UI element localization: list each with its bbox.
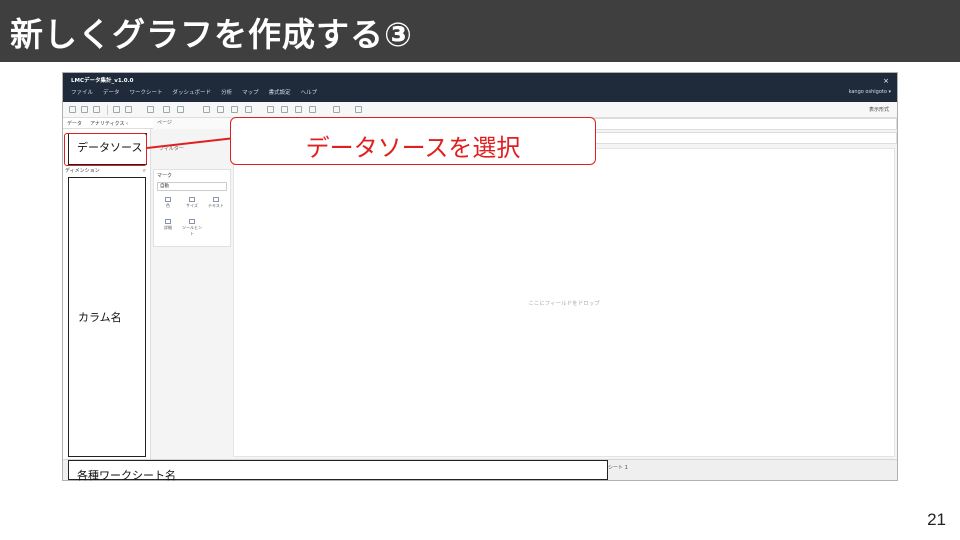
callout-text: データソースを選択 <box>305 134 521 162</box>
slide-title: 新しくグラフを作成する③ <box>10 15 413 54</box>
clear-icon[interactable] <box>177 106 184 113</box>
show-me-button[interactable]: 表示形式 <box>869 106 889 113</box>
detail-button[interactable]: 詳細 <box>158 217 178 235</box>
pages-shelf[interactable]: ページ <box>153 118 233 129</box>
view-canvas[interactable]: ここにフィールドをドロップ <box>233 148 895 457</box>
worksheet-names-annotation: 各種ワークシート名 <box>68 460 608 482</box>
highlight-icon[interactable] <box>267 106 274 113</box>
pause-icon[interactable] <box>125 106 132 113</box>
sort-desc-icon[interactable] <box>231 106 238 113</box>
toolbar-divider <box>107 105 108 115</box>
close-icon[interactable]: × <box>883 77 889 85</box>
menu-data[interactable]: データ <box>103 88 120 96</box>
sort-asc-icon[interactable] <box>217 106 224 113</box>
menu-analysis[interactable]: 分析 <box>221 88 232 96</box>
tab-data[interactable]: データ <box>67 120 82 127</box>
data-source-highlight <box>64 133 147 166</box>
tab-analytics[interactable]: アナリティクス ‹ <box>90 120 128 127</box>
detail-label: 詳細 <box>164 225 172 230</box>
marks-title: マーク <box>157 173 173 179</box>
size-icon <box>189 197 195 202</box>
menu-file[interactable]: ファイル <box>71 88 93 96</box>
new-datasource-icon[interactable] <box>113 106 120 113</box>
label-icon[interactable] <box>295 106 302 113</box>
tooltip-mark-icon <box>189 219 195 224</box>
search-icon[interactable]: ⌕ <box>143 167 146 175</box>
dimensions-header: ディメンション <box>65 168 100 174</box>
menu-help[interactable]: ヘルプ <box>301 88 318 96</box>
new-sheet-icon[interactable] <box>147 106 154 113</box>
totals-icon[interactable] <box>245 106 252 113</box>
menu-map[interactable]: マップ <box>242 88 259 96</box>
forward-icon[interactable] <box>81 106 88 113</box>
duplicate-icon[interactable] <box>163 106 170 113</box>
column-names-label: カラム名 <box>78 311 122 324</box>
size-label: サイズ <box>186 203 198 208</box>
drop-hint: ここにフィールドをドロップ <box>528 301 600 307</box>
color-icon <box>165 197 171 202</box>
menu-bar: ファイル データ ワークシート ダッシュボード 分析 マップ 書式設定 ヘルプ <box>71 88 317 96</box>
column-list-annotation: カラム名 <box>68 177 146 457</box>
window-title: LMCデータ集計_v1.0.0 <box>71 78 134 84</box>
title-bar: LMCデータ集計_v1.0.0 × ファイル データ ワークシート ダッシュボー… <box>63 73 897 102</box>
worksheet-names-label: 各種ワークシート名 <box>77 469 176 482</box>
tooltip-label: ツールヒント <box>182 225 202 236</box>
group-icon[interactable] <box>281 106 288 113</box>
marks-card: マーク 自動 色 サイズ テキスト 詳細 ツールヒント <box>153 169 231 247</box>
tooltip-icon[interactable] <box>355 106 362 113</box>
back-icon[interactable] <box>69 106 76 113</box>
toolbar: 表示形式 <box>63 102 897 118</box>
text-button[interactable]: テキスト <box>206 195 226 213</box>
user-menu[interactable]: kango oshigoto ▾ <box>849 89 891 95</box>
menu-worksheet[interactable]: ワークシート <box>130 88 163 96</box>
side-pane-tabs: データ アナリティクス ‹ <box>63 118 153 129</box>
mark-type-select[interactable]: 自動 <box>157 182 227 191</box>
slide-header: 新しくグラフを作成する③ <box>0 0 960 62</box>
text-icon <box>213 197 219 202</box>
callout-box: データソースを選択 <box>230 117 596 165</box>
swap-icon[interactable] <box>203 106 210 113</box>
fit-icon[interactable] <box>333 106 340 113</box>
menu-format[interactable]: 書式設定 <box>269 88 291 96</box>
color-button[interactable]: 色 <box>158 195 178 213</box>
text-label: テキスト <box>208 203 224 208</box>
sheet-tab[interactable]: シート 1 <box>608 464 628 471</box>
save-icon[interactable] <box>93 106 100 113</box>
filters-shelf[interactable]: フィルター <box>153 131 231 167</box>
fix-axes-icon[interactable] <box>309 106 316 113</box>
tooltip-button[interactable]: ツールヒント <box>182 217 202 236</box>
page-number: 21 <box>927 510 946 529</box>
size-button[interactable]: サイズ <box>182 195 202 213</box>
menu-dashboard[interactable]: ダッシュボード <box>173 88 212 96</box>
color-label: 色 <box>166 203 170 208</box>
detail-icon <box>165 219 171 224</box>
